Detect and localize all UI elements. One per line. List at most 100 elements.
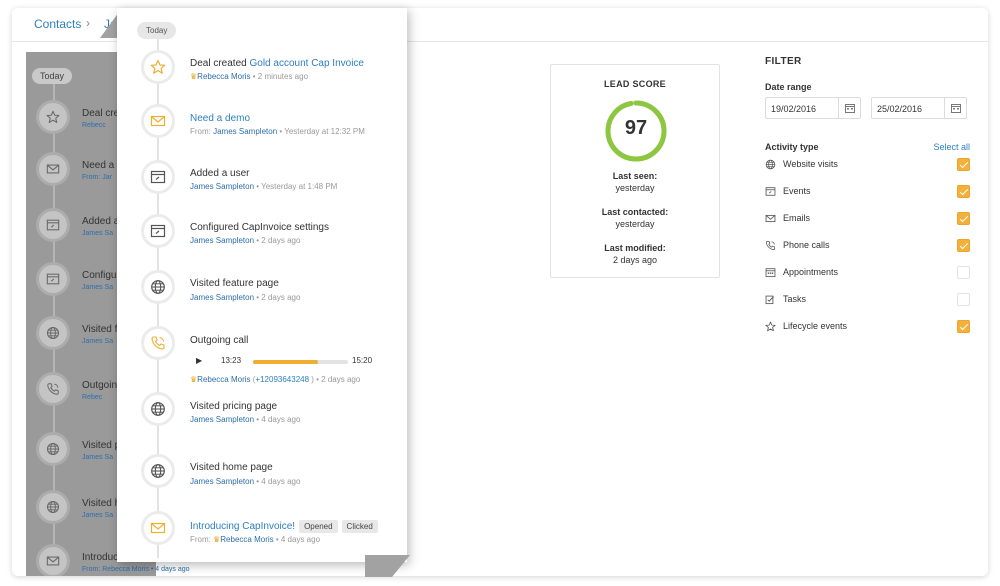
timeline-item-meta: James Sampleton • 2 days ago bbox=[190, 293, 300, 302]
lead-score-panel: LEAD SCORE 97 Last seen: yesterday Last … bbox=[550, 64, 720, 278]
timeline-item-meta: James Sampleton • 2 days ago bbox=[190, 236, 300, 245]
timeline-item-author[interactable]: Rebecca Moris bbox=[197, 375, 250, 384]
play-icon[interactable]: ▶ bbox=[196, 356, 202, 365]
globe-icon bbox=[141, 392, 175, 426]
timeline-item-author[interactable]: James Sampleton bbox=[190, 236, 254, 245]
date-to-value: 25/02/2016 bbox=[877, 104, 923, 114]
timeline-item-time: • 4 days ago bbox=[273, 535, 321, 544]
filter-checkbox[interactable] bbox=[957, 293, 970, 306]
breadcrumb-separator: › bbox=[86, 16, 90, 30]
last-seen-value: yesterday bbox=[615, 183, 655, 193]
timeline-item-time: • 2 days ago bbox=[254, 236, 301, 245]
filter-row-emails[interactable]: Emails bbox=[765, 212, 970, 226]
date-to-field[interactable]: 25/02/2016 bbox=[871, 97, 967, 119]
timeline-item-author[interactable]: Rebecca Moris bbox=[220, 535, 273, 544]
timeline-item-author[interactable]: James Sampleton bbox=[190, 477, 254, 486]
call-total-time: 15:20 bbox=[352, 356, 373, 365]
background-timeline-sub: Rebec bbox=[82, 394, 103, 401]
timeline-item-link[interactable]: Need a demo bbox=[190, 113, 250, 124]
mail-icon bbox=[765, 213, 777, 225]
event-icon bbox=[141, 160, 175, 194]
filter-row-label: Website visits bbox=[783, 159, 838, 169]
background-timeline-title: Deal cre bbox=[82, 108, 120, 119]
mail-icon bbox=[141, 104, 175, 138]
background-timeline-title: Added a bbox=[82, 216, 120, 227]
lead-score-value: 97 bbox=[624, 117, 648, 139]
filter-checkbox[interactable] bbox=[957, 320, 970, 333]
timeline-item-text: Added a user bbox=[190, 168, 250, 179]
timeline-item-title: Introducing CapInvoice! Opened Clicked bbox=[190, 520, 378, 533]
filter-panel: FILTER Date range 19/02/2016 25/02/2016 … bbox=[765, 56, 970, 346]
globe-icon bbox=[141, 454, 175, 488]
filter-checkbox[interactable] bbox=[957, 239, 970, 252]
timeline-item-meta: James Sampleton • Yesterday at 1:48 PM bbox=[190, 182, 337, 191]
timeline-item-text: Outgoing call bbox=[190, 335, 249, 346]
background-timeline-icon bbox=[36, 208, 70, 242]
timeline-item-author[interactable]: James Sampleton bbox=[190, 293, 254, 302]
timeline-item-time: • Yesterday at 12:32 PM bbox=[277, 127, 365, 136]
background-timeline-icon bbox=[36, 262, 70, 296]
timeline-item-time: • 2 days ago bbox=[254, 293, 301, 302]
filter-title: FILTER bbox=[765, 56, 802, 67]
from-label: From: bbox=[190, 535, 214, 544]
call-player: ▶ 13:23 15:20 bbox=[196, 355, 386, 369]
phone-number-link[interactable]: +12093643248 bbox=[255, 375, 309, 384]
calendar-icon bbox=[765, 267, 777, 279]
timeline-item-title: Outgoing call bbox=[190, 335, 248, 346]
from-label: From: bbox=[190, 127, 214, 136]
timeline-item-time: • 2 minutes ago bbox=[250, 72, 309, 81]
filter-row-lifecycle-events[interactable]: Lifecycle events bbox=[765, 320, 970, 334]
filter-row-phone-calls[interactable]: Phone calls bbox=[765, 239, 970, 253]
star-icon bbox=[765, 321, 777, 333]
last-modified-value: 2 days ago bbox=[612, 255, 658, 265]
calendar-icon[interactable] bbox=[838, 98, 860, 118]
timeline-item-title: Deal created Gold account Cap Invoice bbox=[190, 58, 364, 69]
filter-checkbox[interactable] bbox=[957, 212, 970, 225]
filter-row-tasks[interactable]: Tasks bbox=[765, 293, 970, 307]
status-tag: Opened bbox=[299, 520, 338, 533]
filter-row-label: Events bbox=[783, 186, 811, 196]
timeline-item-author[interactable]: James Sampleton bbox=[190, 182, 254, 191]
background-timeline-sub: James Sa bbox=[82, 512, 114, 519]
date-from-field[interactable]: 19/02/2016 bbox=[765, 97, 861, 119]
timeline-item-meta: James Sampleton • 4 days ago bbox=[190, 477, 300, 486]
select-all-link[interactable]: Select all bbox=[933, 142, 970, 152]
background-timeline-sub: Rebecc bbox=[82, 122, 106, 129]
timeline-item-author[interactable]: James Sampleton bbox=[190, 415, 254, 424]
last-contacted-value: yesterday bbox=[615, 219, 655, 229]
timeline-item-time: • Yesterday at 1:48 PM bbox=[254, 182, 338, 191]
calendar-icon[interactable] bbox=[944, 98, 966, 118]
breadcrumb-contacts[interactable]: Contacts bbox=[34, 17, 81, 31]
last-seen-label: Last seen: bbox=[612, 171, 658, 181]
timeline-item-meta: ♛Rebecca Moris • 2 minutes ago bbox=[190, 72, 308, 81]
filter-row-events[interactable]: Events bbox=[765, 185, 970, 199]
timeline-item-text: Configured CapInvoice settings bbox=[190, 222, 329, 233]
timeline-item-time: • 2 days ago bbox=[313, 375, 361, 384]
filter-checkbox[interactable] bbox=[957, 185, 970, 198]
timeline-item-link[interactable]: Gold account Cap Invoice bbox=[249, 58, 364, 69]
background-timeline-sub: James Sa bbox=[82, 284, 114, 291]
timeline-item-link[interactable]: Introducing CapInvoice! bbox=[190, 521, 295, 532]
timeline-item-time: • 4 days ago bbox=[254, 477, 301, 486]
timeline-item-text: Visited home page bbox=[190, 462, 273, 473]
timeline-item-text: Visited feature page bbox=[190, 278, 279, 289]
background-timeline-sub: James Sa bbox=[82, 454, 114, 461]
filter-row-website-visits[interactable]: Website visits bbox=[765, 158, 970, 172]
timeline-item-author[interactable]: Rebecca Moris bbox=[197, 72, 250, 81]
timeline-item-meta: From: ♛Rebecca Moris • 4 days ago bbox=[190, 535, 320, 544]
filter-row-appointments[interactable]: Appointments bbox=[765, 266, 970, 280]
filter-checkbox[interactable] bbox=[957, 158, 970, 171]
background-timeline-title: Visited p bbox=[82, 440, 121, 451]
timeline-item-title: Visited feature page bbox=[190, 278, 279, 289]
timeline-item-title: Configured CapInvoice settings bbox=[190, 222, 329, 233]
background-timeline-icon bbox=[36, 372, 70, 406]
timeline-item-title: Visited home page bbox=[190, 462, 273, 473]
background-timeline-icon bbox=[36, 544, 70, 576]
call-progress-bar[interactable] bbox=[253, 360, 348, 364]
background-timeline-sub: From: Rebecca Moris • 4 days ago bbox=[82, 566, 190, 573]
last-contacted-label: Last contacted: bbox=[601, 207, 669, 217]
filter-checkbox[interactable] bbox=[957, 266, 970, 279]
date-range-label: Date range bbox=[765, 82, 812, 92]
timeline-item-author[interactable]: James Sampleton bbox=[213, 127, 277, 136]
timeline-item-meta: From: James Sampleton • Yesterday at 12:… bbox=[190, 127, 365, 136]
